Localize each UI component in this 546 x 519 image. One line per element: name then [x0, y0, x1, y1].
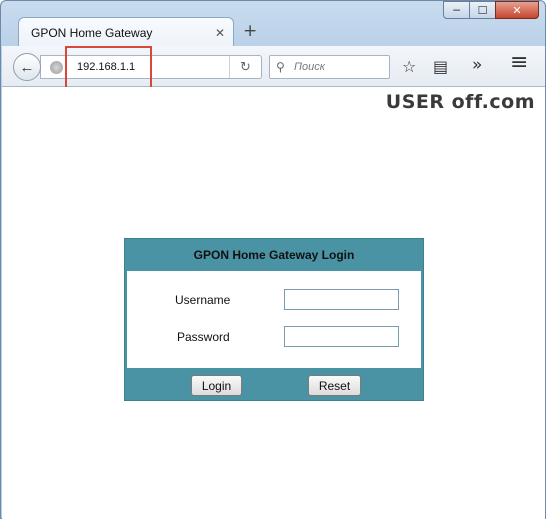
login-title: GPON Home Gateway Login — [193, 248, 355, 262]
overflow-chevron-icon[interactable]: » — [472, 55, 482, 75]
username-label: Username — [175, 293, 231, 307]
login-panel: GPON Home Gateway Login Username Passwor… — [124, 238, 424, 401]
browser-window: ─ ☐ ✕ GPON Home Gateway ✕ + 192.168.1.1 … — [0, 0, 546, 519]
tab-close-icon[interactable]: ✕ — [215, 26, 225, 40]
search-icon: ⚲ — [276, 60, 285, 74]
new-tab-button[interactable]: + — [243, 21, 257, 41]
login-button[interactable]: Login — [191, 375, 242, 396]
globe-icon — [50, 61, 63, 74]
maximize-button[interactable]: ☐ — [469, 1, 496, 19]
bookmark-star-icon[interactable]: ☆ — [402, 57, 416, 76]
watermark-logo: USER off.com — [385, 91, 535, 113]
reading-list-icon[interactable]: ▤ — [433, 57, 448, 76]
tab-title: GPON Home Gateway — [31, 25, 153, 40]
window-controls: ─ ☐ ✕ — [443, 1, 539, 21]
menu-hamburger-icon[interactable]: ≡ — [510, 50, 528, 75]
password-label: Password — [177, 330, 230, 344]
username-field[interactable] — [284, 289, 399, 310]
close-window-button[interactable]: ✕ — [495, 1, 539, 19]
reset-button[interactable]: Reset — [308, 375, 361, 396]
url-highlight-box — [65, 46, 152, 89]
reload-icon[interactable]: ↻ — [229, 56, 261, 78]
page-content: USER off.com GPON Home Gateway Login Use… — [2, 87, 545, 519]
tab-gpon-home-gateway[interactable]: GPON Home Gateway ✕ — [18, 17, 234, 47]
minimize-button[interactable]: ─ — [443, 1, 470, 19]
back-button[interactable]: ← — [13, 53, 41, 81]
search-placeholder: Поиск — [294, 61, 325, 73]
password-field[interactable] — [284, 326, 399, 347]
login-form: Username Password — [127, 271, 421, 368]
search-input[interactable]: ⚲ Поиск — [269, 55, 390, 79]
